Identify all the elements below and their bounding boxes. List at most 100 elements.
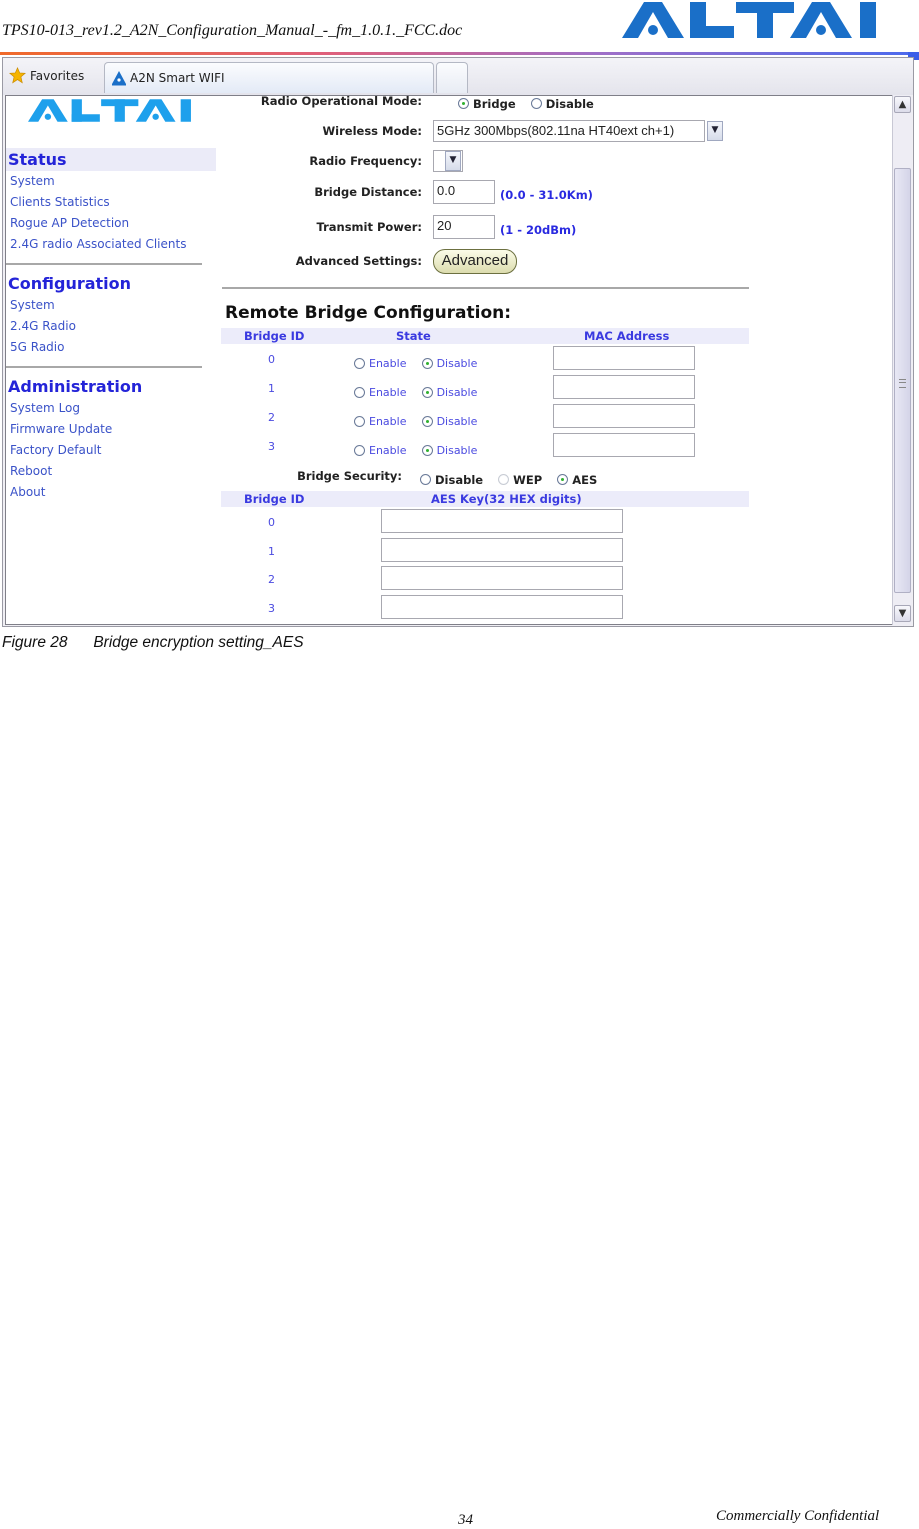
bridge-distance-input[interactable]: 0.0 [433, 180, 495, 204]
bridge-1-disable-radio[interactable] [421, 387, 433, 398]
wireless-mode-value: 5GHz 300Mbps(802.11na HT40ext ch+1) [437, 123, 675, 138]
nav-item-associated-clients[interactable]: 2.4G radio Associated Clients [6, 234, 216, 255]
remote-bridge-title: Remote Bridge Configuration: [225, 303, 512, 323]
nav-title-status[interactable]: Status [6, 148, 216, 171]
tab-title: A2N Smart WIFI [130, 71, 225, 85]
bridge-2-enable-radio[interactable] [354, 416, 365, 427]
star-icon [9, 67, 26, 84]
security-aes-radio[interactable] [557, 474, 569, 485]
vertical-scrollbar[interactable]: ▲ ▼ [892, 95, 912, 625]
bridge-2-mac-input[interactable] [553, 404, 695, 428]
bridge-3-disable-radio[interactable] [421, 445, 433, 456]
disable-label: Disable [436, 444, 478, 457]
nav-item-factory-default[interactable]: Factory Default [6, 440, 216, 461]
nav-item-config-system[interactable]: System [6, 295, 216, 316]
page-number: 34 [458, 1512, 473, 1528]
aes-key-1-input[interactable] [381, 538, 623, 562]
nav-item-system-log[interactable]: System Log [6, 398, 216, 419]
header-bridge-id: Bridge ID [244, 492, 305, 506]
transmit-power-label: Transmit Power: [316, 220, 423, 234]
nav-section-administration: Administration System Log Firmware Updat… [6, 375, 216, 503]
radio-frequency-dropdown-icon[interactable]: ▼ [445, 151, 461, 171]
nav-title-configuration[interactable]: Configuration [6, 272, 216, 295]
new-tab-button[interactable] [436, 62, 468, 93]
header-bridge-id: Bridge ID [244, 329, 305, 343]
disable-label: Disable [436, 415, 478, 428]
bridge-security-group: Disable WEP AES [420, 469, 607, 488]
radio-mode-label: Radio Operational Mode: [260, 95, 422, 108]
altai-header-logo [622, 2, 876, 38]
nav-item-5g-radio[interactable]: 5G Radio [6, 337, 216, 358]
advanced-button[interactable]: Advanced [433, 249, 517, 274]
wireless-mode-select[interactable]: 5GHz 300Mbps(802.11na HT40ext ch+1) [433, 120, 705, 142]
bridge-0-enable-radio[interactable] [354, 358, 365, 369]
nav-item-firmware-update[interactable]: Firmware Update [6, 419, 216, 440]
aes-bridge-id-cell: 3 [268, 602, 275, 615]
bridge-state-group: Enable Disable [354, 440, 487, 459]
nav-item-about[interactable]: About [6, 482, 216, 503]
enable-label: Enable [369, 444, 407, 457]
aes-bridge-id-cell: 0 [268, 516, 275, 529]
bridge-table-header: Bridge ID State MAC Address [221, 328, 749, 344]
aes-key-0-input[interactable] [381, 509, 623, 533]
footer-confidential: Commercially Confidential [716, 1508, 880, 1524]
disable-label: Disable [436, 386, 478, 399]
favorites-label: Favorites [30, 68, 85, 83]
page-viewport: Status System Clients Statistics Rogue A… [5, 95, 893, 625]
bridge-2-disable-radio[interactable] [421, 416, 433, 427]
altai-tab-icon [112, 71, 126, 86]
scroll-down-icon[interactable]: ▼ [894, 605, 911, 622]
header-state: State [396, 329, 431, 343]
bridge-state-group: Enable Disable [354, 353, 487, 372]
advanced-settings-label: Advanced Settings: [295, 254, 422, 268]
aes-bridge-id-cell: 2 [268, 573, 275, 586]
aes-key-3-input[interactable] [381, 595, 623, 619]
aes-key-2-input[interactable] [381, 566, 623, 590]
nav-item-rogue-ap-detection[interactable]: Rogue AP Detection [6, 213, 216, 234]
bridge-security-label: Bridge Security: [297, 469, 402, 483]
radio-frequency-label: Radio Frequency: [309, 154, 422, 168]
enable-label: Enable [369, 386, 407, 399]
security-aes-label: AES [572, 472, 598, 487]
browser-tab-active[interactable]: A2N Smart WIFI [104, 62, 434, 93]
nav-item-status-system[interactable]: System [6, 171, 216, 192]
nav-item-24g-radio[interactable]: 2.4G Radio [6, 316, 216, 337]
bridge-state-group: Enable Disable [354, 411, 487, 430]
header-rule [0, 52, 919, 55]
bridge-0-mac-input[interactable] [553, 346, 695, 370]
bridge-1-enable-radio[interactable] [354, 387, 365, 398]
bridge-0-disable-radio[interactable] [421, 358, 433, 369]
bridge-1-mac-input[interactable] [553, 375, 695, 399]
altai-sidebar-logo [28, 99, 191, 122]
bridge-3-enable-radio[interactable] [354, 445, 365, 456]
security-wep-label: WEP [513, 472, 543, 487]
transmit-power-hint: (1 - 20dBm) [500, 223, 577, 237]
scroll-up-icon[interactable]: ▲ [894, 96, 911, 113]
aes-key-table-header: Bridge ID AES Key(32 HEX digits) [221, 491, 749, 507]
nav-item-clients-statistics[interactable]: Clients Statistics [6, 192, 216, 213]
radio-mode-disable-label: Disable [545, 96, 594, 111]
favorites-button[interactable]: Favorites [9, 67, 84, 84]
enable-label: Enable [369, 357, 407, 370]
security-disable-label: Disable [435, 472, 484, 487]
nav-item-reboot[interactable]: Reboot [6, 461, 216, 482]
bridge-id-cell: 0 [268, 353, 275, 366]
wireless-mode-label: Wireless Mode: [322, 124, 422, 138]
tab-bar: Favorites A2N Smart WIFI [3, 58, 913, 95]
bridge-id-cell: 1 [268, 382, 275, 395]
transmit-power-input[interactable]: 20 [433, 215, 495, 239]
wireless-mode-dropdown-icon[interactable]: ▼ [707, 121, 723, 141]
security-wep-radio[interactable] [498, 474, 510, 485]
nav-title-administration[interactable]: Administration [6, 375, 216, 398]
bridge-3-mac-input[interactable] [553, 433, 695, 457]
browser-window: Favorites A2N Smart WIFI Status System C… [2, 57, 914, 627]
security-disable-radio[interactable] [420, 474, 431, 485]
scrollbar-thumb[interactable] [894, 168, 911, 593]
bridge-id-cell: 3 [268, 440, 275, 453]
header-mac-address: MAC Address [584, 329, 670, 343]
bridge-distance-label: Bridge Distance: [314, 185, 422, 199]
aes-bridge-id-cell: 1 [268, 545, 275, 558]
radio-mode-disable-radio[interactable] [530, 98, 542, 109]
nav-divider [6, 263, 202, 265]
radio-mode-bridge-radio[interactable] [458, 98, 469, 109]
